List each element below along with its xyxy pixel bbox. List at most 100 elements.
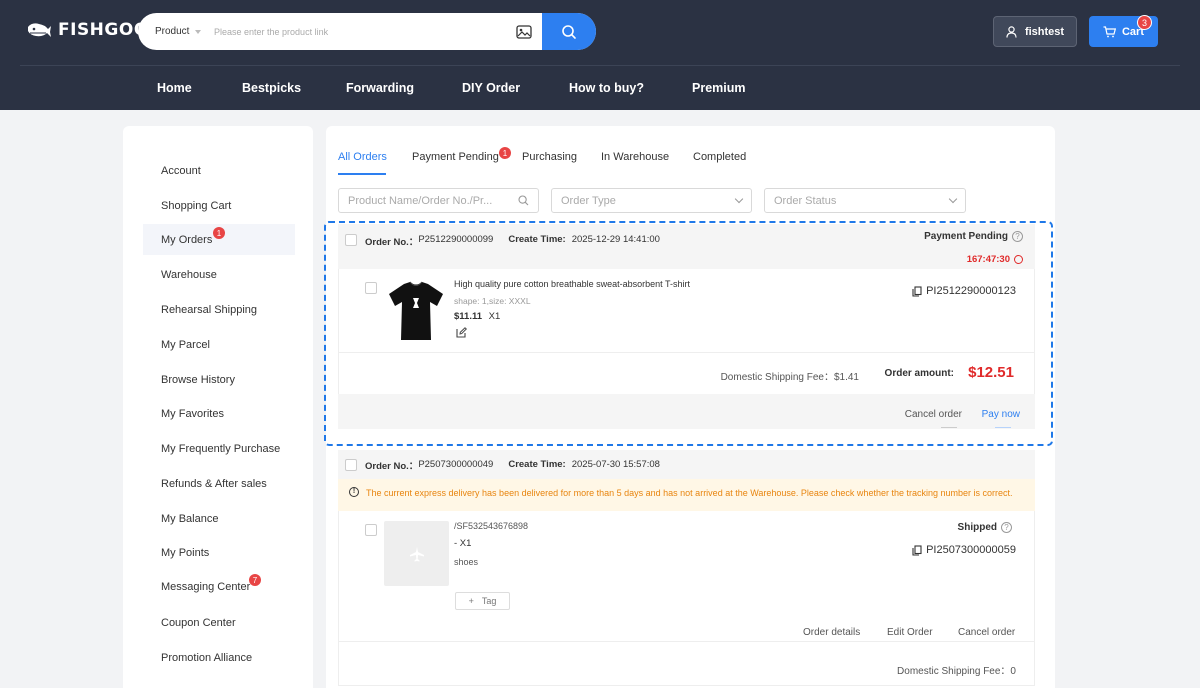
help-icon[interactable]: ? (1012, 231, 1023, 242)
chevron-down-icon (195, 29, 202, 34)
sidebar-item-account[interactable]: Account (143, 155, 295, 186)
sidebar-item-coupon-center[interactable]: Coupon Center (143, 607, 295, 638)
item-title[interactable]: High quality pure cotton breathable swea… (454, 279, 690, 289)
order-item-row: High quality pure cotton breathable swea… (338, 269, 1035, 353)
sidebar-item-browse-history[interactable]: Browse History (143, 364, 295, 395)
search-icon (518, 195, 529, 206)
orders-panel: All Orders Payment Pending 1 Purchasing … (326, 126, 1055, 688)
item-checkbox[interactable] (365, 282, 377, 294)
divider (995, 427, 1011, 428)
create-time-label: Create Time: (508, 459, 566, 470)
edit-order-button[interactable]: Edit Order (887, 627, 933, 638)
shipping-fee: Domestic Shipping Fee：0 (897, 666, 1016, 677)
order-summary: Domestic Shipping Fee：0 (338, 641, 1035, 686)
tab-payment-pending[interactable]: Payment Pending (412, 151, 499, 163)
order-search-input[interactable]: Product Name/Order No./Pr... (338, 188, 539, 213)
cart-icon (1103, 25, 1116, 37)
order-status-select[interactable]: Order Status (764, 188, 966, 213)
sidebar-item-shopping-cart[interactable]: Shopping Cart (143, 190, 295, 221)
item-code[interactable]: PI2512290000123 (912, 285, 1016, 297)
cancel-order-button[interactable]: Cancel order (905, 409, 962, 420)
timer-value: 167:47:30 (966, 254, 1010, 265)
order-status-label: Order Status (774, 194, 837, 207)
logo-text: FISHGOO (58, 20, 149, 40)
cart-button[interactable]: Cart 3 (1089, 15, 1158, 47)
status-text: Payment Pending (924, 231, 1008, 242)
sidebar-item-label: My Orders (161, 233, 213, 246)
sidebar-item-rehearsal-shipping[interactable]: Rehearsal Shipping (143, 294, 295, 325)
item-code[interactable]: PI2507300000059 (912, 544, 1016, 556)
tab-in-warehouse[interactable]: In Warehouse (601, 151, 669, 163)
create-time: 2025-12-29 14:41:00 (571, 234, 660, 245)
order-no: P2507300000049 (418, 459, 494, 470)
edit-icon[interactable] (456, 327, 467, 338)
item-checkbox[interactable] (365, 524, 377, 536)
add-tag-button[interactable]: + Tag (455, 592, 510, 610)
sidebar-item-my-balance[interactable]: My Balance (143, 503, 295, 534)
item-spec: shape: 1,size: XXXL (454, 296, 531, 306)
user-icon (1006, 25, 1017, 38)
chevron-down-icon (948, 194, 958, 204)
pay-now-button[interactable]: Pay now (982, 409, 1020, 420)
nav-diy-order[interactable]: DIY Order (462, 81, 520, 95)
warning-icon: ! (349, 487, 359, 497)
search-button[interactable] (542, 13, 596, 50)
item-price-line: $11.11 X1 (454, 311, 500, 322)
sidebar-item-refunds[interactable]: Refunds & After sales (143, 468, 295, 499)
sidebar-item-my-favorites[interactable]: My Favorites (143, 398, 295, 429)
image-search-button[interactable] (506, 24, 542, 39)
search-icon (562, 24, 576, 39)
image-search-icon (516, 24, 532, 39)
product-image-placeholder[interactable] (384, 521, 449, 586)
messaging-badge: 7 (249, 574, 261, 586)
item-price: $11.11 (454, 311, 483, 322)
order-type-label: Order Type (561, 194, 616, 207)
help-icon[interactable]: ? (1001, 522, 1012, 533)
nav-how-to-buy[interactable]: How to buy? (569, 81, 644, 95)
nav-bestpicks[interactable]: Bestpicks (242, 81, 301, 95)
tab-completed[interactable]: Completed (693, 151, 746, 163)
chevron-down-icon (734, 194, 744, 204)
nav-home[interactable]: Home (157, 81, 192, 95)
username: fishtest (1024, 25, 1065, 38)
item-note: shoes (454, 557, 479, 567)
sidebar-item-promotion-alliance[interactable]: Promotion Alliance (143, 642, 295, 673)
nav-forwarding[interactable]: Forwarding (346, 81, 414, 95)
order-type-select[interactable]: Order Type (551, 188, 752, 213)
cancel-order-button[interactable]: Cancel order (958, 627, 1015, 638)
item-line: - X1 (454, 538, 472, 549)
order-summary: Domestic Shipping Fee：$1.41 Order amount… (338, 353, 1035, 394)
sidebar-item-my-parcel[interactable]: My Parcel (143, 329, 295, 360)
plus-icon: + (468, 596, 474, 606)
item-code-value: PI2507300000059 (926, 544, 1016, 556)
search-type-select[interactable]: Product (138, 26, 214, 37)
header-divider (20, 65, 1180, 66)
order-actions: Cancel order Pay now (338, 394, 1035, 429)
clock-icon (1014, 255, 1023, 264)
item-tracking: /SF532543676898 (454, 521, 529, 531)
tab-purchasing[interactable]: Purchasing (522, 151, 577, 163)
sidebar-item-label: Messaging Center (161, 580, 251, 593)
sidebar-item-messaging-center[interactable]: Messaging Center (143, 571, 295, 602)
tab-all-orders[interactable]: All Orders (338, 151, 387, 163)
order-details-button[interactable]: Order details (803, 627, 860, 638)
product-image-tshirt[interactable] (386, 280, 446, 342)
airplane-icon (409, 546, 424, 561)
tag-label: Tag (481, 596, 497, 606)
sidebar-item-warehouse[interactable]: Warehouse (143, 259, 295, 290)
search-bar: Product (138, 13, 596, 50)
item-qty: X1 (488, 311, 501, 322)
sidebar-item-my-points[interactable]: My Points (143, 537, 295, 568)
copy-icon[interactable] (912, 285, 922, 297)
logo[interactable]: FISHGOO (26, 20, 149, 40)
create-time-label: Create Time: (508, 234, 566, 245)
nav-premium[interactable]: Premium (692, 81, 746, 95)
order-status: Shipped ? (958, 522, 1012, 533)
order-checkbox[interactable] (345, 234, 357, 246)
sidebar-item-frequently-purchase[interactable]: My Frequently Purchase (143, 433, 295, 464)
order-checkbox[interactable] (345, 458, 357, 471)
search-input[interactable] (214, 26, 506, 37)
create-time: 2025-07-30 15:57:08 (571, 459, 660, 470)
copy-icon[interactable] (912, 544, 922, 556)
user-account-button[interactable]: fishtest (993, 16, 1077, 47)
